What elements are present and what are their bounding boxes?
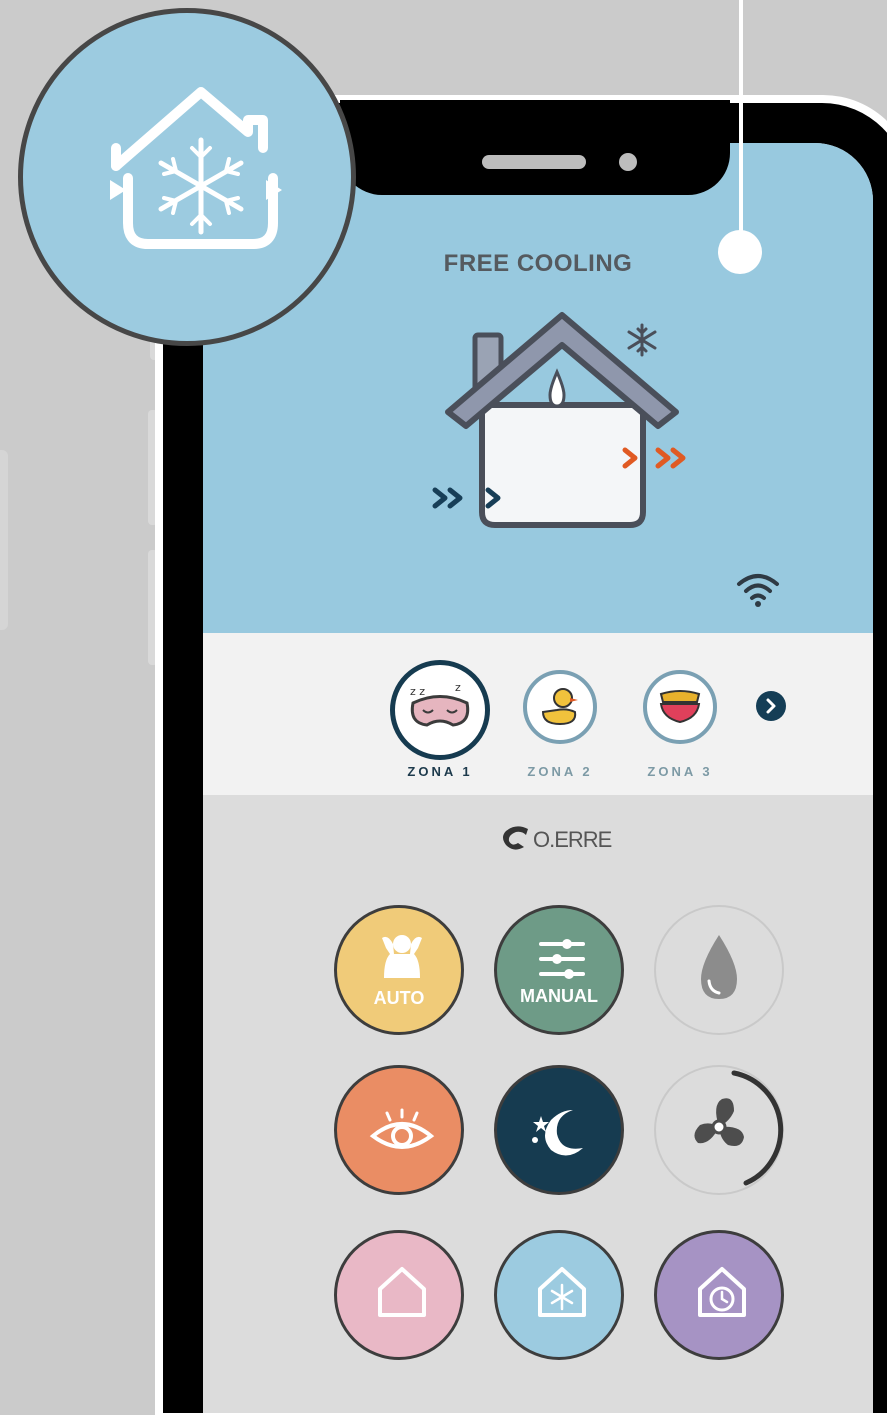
sleep-mask-icon: z z z	[410, 681, 470, 727]
schedule-mode-button[interactable]	[654, 1230, 784, 1360]
night-mode-button[interactable]	[494, 1065, 624, 1195]
sliders-icon	[539, 939, 585, 979]
house-snowflake-icon	[538, 1267, 586, 1317]
background-panel	[0, 450, 8, 630]
zone-2-button[interactable]	[523, 670, 597, 744]
chevron-right-icon	[766, 698, 776, 714]
svg-text:z: z	[455, 681, 461, 694]
brand-logo-icon	[503, 826, 528, 850]
eye-icon	[369, 1108, 435, 1149]
zone-3-button[interactable]	[643, 670, 717, 744]
feature-callout-circle	[18, 8, 356, 346]
manual-mode-button[interactable]: MANUAL	[494, 905, 624, 1035]
fan-speed-button[interactable]	[654, 1065, 784, 1195]
zone-3-label: ZONA 3	[647, 764, 713, 779]
svg-text:z z: z z	[410, 685, 425, 698]
zone-1-label: ZONA 1	[407, 764, 473, 779]
zone-1-button[interactable]: z z z	[390, 660, 490, 760]
dehumidify-button[interactable]	[654, 905, 784, 1035]
zone-2-label: ZONA 2	[527, 764, 593, 779]
water-drop-icon	[701, 935, 737, 999]
auto-mode-label: AUTO	[373, 988, 425, 1008]
wifi-icon[interactable]	[735, 572, 781, 608]
fan-icon	[694, 1070, 784, 1186]
rubber-duck-icon	[541, 688, 578, 726]
callout-line	[739, 0, 743, 238]
bowls-icon	[659, 690, 701, 724]
house-clock-icon	[698, 1267, 746, 1317]
manual-mode-label: MANUAL	[520, 986, 598, 1006]
phone-notch	[340, 100, 730, 195]
free-cooling-mode-button[interactable]	[494, 1230, 624, 1360]
house-illustration	[432, 312, 686, 528]
moon-stars-icon	[532, 1110, 583, 1156]
house-snowflake-icon	[110, 87, 282, 249]
person-relax-icon	[382, 935, 422, 978]
house-mode-button[interactable]	[334, 1230, 464, 1360]
phone-camera	[619, 153, 637, 171]
eye-mode-button[interactable]	[334, 1065, 464, 1195]
auto-mode-button[interactable]: AUTO	[334, 905, 464, 1035]
zones-next-button[interactable]	[756, 691, 786, 721]
phone-speaker	[482, 155, 586, 169]
house-icon	[378, 1267, 426, 1317]
brand-logo-text: O.ERRE	[533, 827, 612, 852]
